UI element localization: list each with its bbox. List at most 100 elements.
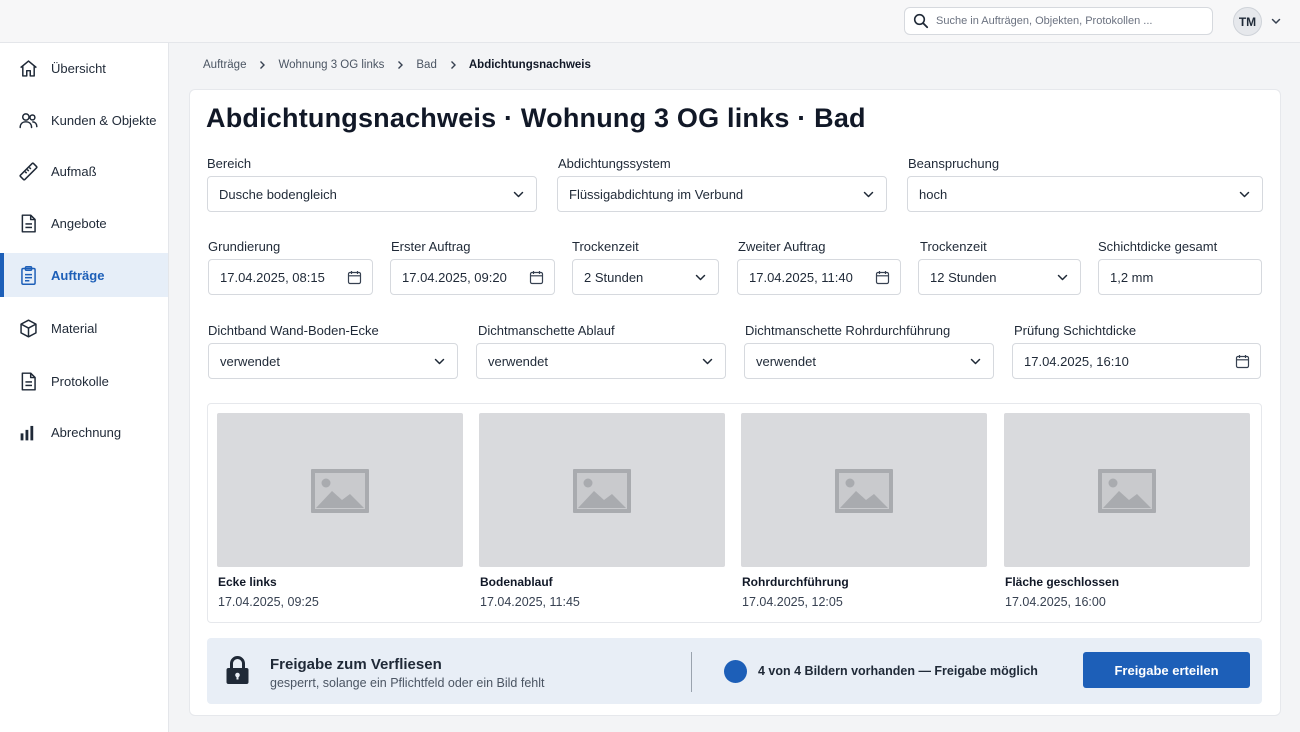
photo-title: Ecke links — [218, 575, 277, 589]
image-placeholder-icon — [573, 469, 631, 513]
photo-thumbnail[interactable] — [479, 413, 725, 567]
photo-thumbnail[interactable] — [1004, 413, 1250, 567]
calendar-icon[interactable] — [347, 270, 362, 285]
field-value: 17.04.2025, 11:40 — [749, 269, 853, 285]
image-placeholder-icon — [1098, 469, 1156, 513]
document-icon — [21, 213, 36, 233]
dichtband-select[interactable]: verwendet — [208, 343, 458, 379]
photo-date: 17.04.2025, 09:25 — [218, 595, 319, 609]
field-value: Flüssigabdichtung im Verbund — [569, 186, 744, 202]
calendar-icon[interactable] — [875, 270, 890, 285]
erster-auftrag-datetime[interactable]: 17.04.2025, 09:20 — [390, 259, 555, 295]
field-value: Dusche bodengleich — [219, 186, 337, 202]
zweiter-auftrag-datetime[interactable]: 17.04.2025, 11:40 — [737, 259, 901, 295]
chevron-down-icon — [1239, 191, 1250, 198]
home-icon — [20, 59, 37, 77]
page-title: Abdichtungsnachweis · Wohnung 3 OG links… — [206, 103, 866, 133]
status-indicator — [724, 660, 747, 683]
release-title: Freigabe zum Verfliesen — [270, 656, 442, 673]
release-subtitle: gesperrt, solange ein Pflichtfeld oder e… — [270, 676, 545, 690]
beanspruchung-select[interactable]: hoch — [907, 176, 1263, 212]
avatar[interactable]: TM — [1233, 7, 1262, 36]
breadcrumb-link[interactable]: Wohnung 3 OG links — [278, 59, 384, 71]
photo-thumbnail[interactable] — [741, 413, 987, 567]
field-value: 1,2 mm — [1110, 269, 1154, 285]
clipboard-icon — [21, 265, 36, 285]
users-icon — [19, 112, 38, 128]
field-label: Beanspruchung — [908, 156, 1000, 171]
grundierung-datetime[interactable]: 17.04.2025, 08:15 — [208, 259, 373, 295]
field-value: hoch — [919, 186, 948, 202]
photo-thumbnail[interactable] — [217, 413, 463, 567]
chevron-down-icon[interactable] — [1270, 15, 1282, 27]
field-label: Erster Auftrag — [391, 239, 471, 254]
sidebar-item-kunden-objekte[interactable]: Kunden & Objekte — [0, 98, 168, 142]
field-label: Zweiter Auftrag — [738, 239, 826, 254]
divider — [691, 652, 692, 692]
sidebar-item-label: Angebote — [51, 215, 107, 231]
trockenzeit-1-select[interactable]: 2 Stunden — [572, 259, 719, 295]
sidebar: Übersicht Kunden & Objekte Aufmaß Angebo… — [0, 43, 169, 732]
field-value: verwendet — [756, 353, 816, 369]
top-bar: TM — [0, 0, 1300, 43]
sidebar-item-material[interactable]: Material — [0, 306, 168, 350]
field-value: 12 Stunden — [930, 269, 997, 285]
dichtmanschette-rohr-select[interactable]: verwendet — [744, 343, 994, 379]
lock-icon — [226, 656, 249, 684]
field-label: Bereich — [207, 156, 252, 171]
schichtdicke-input[interactable]: 1,2 mm — [1098, 259, 1262, 295]
sidebar-item-aufmass[interactable]: Aufmaß — [0, 149, 168, 193]
bereich-select[interactable]: Dusche bodengleich — [207, 176, 537, 212]
release-button[interactable]: Freigabe erteilen — [1083, 652, 1250, 688]
chevron-right-icon — [450, 61, 456, 69]
sidebar-item-label: Aufmaß — [51, 163, 97, 179]
sidebar-item-auftraege[interactable]: Aufträge — [0, 253, 168, 297]
sidebar-item-protokolle[interactable]: Protokolle — [0, 359, 168, 403]
search-box[interactable] — [904, 7, 1213, 35]
sidebar-item-label: Übersicht — [51, 60, 106, 76]
field-label: Dichtmanschette Ablauf — [478, 323, 615, 338]
field-label: Schichtdicke gesamt — [1098, 239, 1218, 254]
field-label: Prüfung Schichtdicke — [1014, 323, 1137, 338]
field-label: Grundierung — [208, 239, 281, 254]
field-value: 2 Stunden — [584, 269, 644, 285]
sidebar-item-uebersicht[interactable]: Übersicht — [0, 46, 168, 90]
sidebar-item-label: Kunden & Objekte — [51, 112, 157, 128]
sidebar-item-angebote[interactable]: Angebote — [0, 201, 168, 245]
image-placeholder-icon — [835, 469, 893, 513]
image-placeholder-icon — [311, 469, 369, 513]
chevron-right-icon — [398, 61, 404, 69]
sidebar-item-label: Abrechnung — [51, 424, 122, 440]
dichtmanschette-ablauf-select[interactable]: verwendet — [476, 343, 726, 379]
calendar-icon[interactable] — [1235, 354, 1250, 369]
search-icon — [913, 13, 929, 29]
calendar-icon[interactable] — [529, 270, 544, 285]
search-input[interactable] — [936, 15, 1196, 27]
photo-title: Rohrdurchführung — [742, 575, 849, 589]
photo-title: Bodenablauf — [480, 575, 553, 589]
abdichtungssystem-select[interactable]: Flüssigabdichtung im Verbund — [557, 176, 887, 212]
trockenzeit-2-select[interactable]: 12 Stunden — [918, 259, 1081, 295]
chevron-down-icon — [1057, 274, 1068, 281]
box-icon — [20, 318, 37, 338]
field-label: Abdichtungssystem — [558, 156, 671, 171]
sidebar-item-label: Aufträge — [51, 267, 105, 283]
field-label: Trockenzeit — [572, 239, 639, 254]
document-icon — [21, 371, 36, 391]
pruefung-schichtdicke-datetime[interactable]: 17.04.2025, 16:10 — [1012, 343, 1261, 379]
field-value: verwendet — [488, 353, 548, 369]
field-label: Trockenzeit — [920, 239, 987, 254]
breadcrumb: Aufträge Wohnung 3 OG links Bad Abdichtu… — [203, 57, 591, 73]
breadcrumb-link[interactable]: Bad — [416, 59, 436, 71]
field-value: 17.04.2025, 09:20 — [402, 269, 507, 285]
photo-date: 17.04.2025, 16:00 — [1005, 595, 1106, 609]
sidebar-item-abrechnung[interactable]: Abrechnung — [0, 410, 168, 454]
field-value: 17.04.2025, 16:10 — [1024, 353, 1129, 369]
chevron-down-icon — [863, 191, 874, 198]
chevron-down-icon — [513, 191, 524, 198]
photo-date: 17.04.2025, 12:05 — [742, 595, 843, 609]
breadcrumb-link[interactable]: Aufträge — [203, 59, 246, 71]
chevron-down-icon — [702, 358, 713, 365]
field-label: Dichtband Wand-Boden-Ecke — [208, 323, 379, 338]
chevron-down-icon — [970, 358, 981, 365]
